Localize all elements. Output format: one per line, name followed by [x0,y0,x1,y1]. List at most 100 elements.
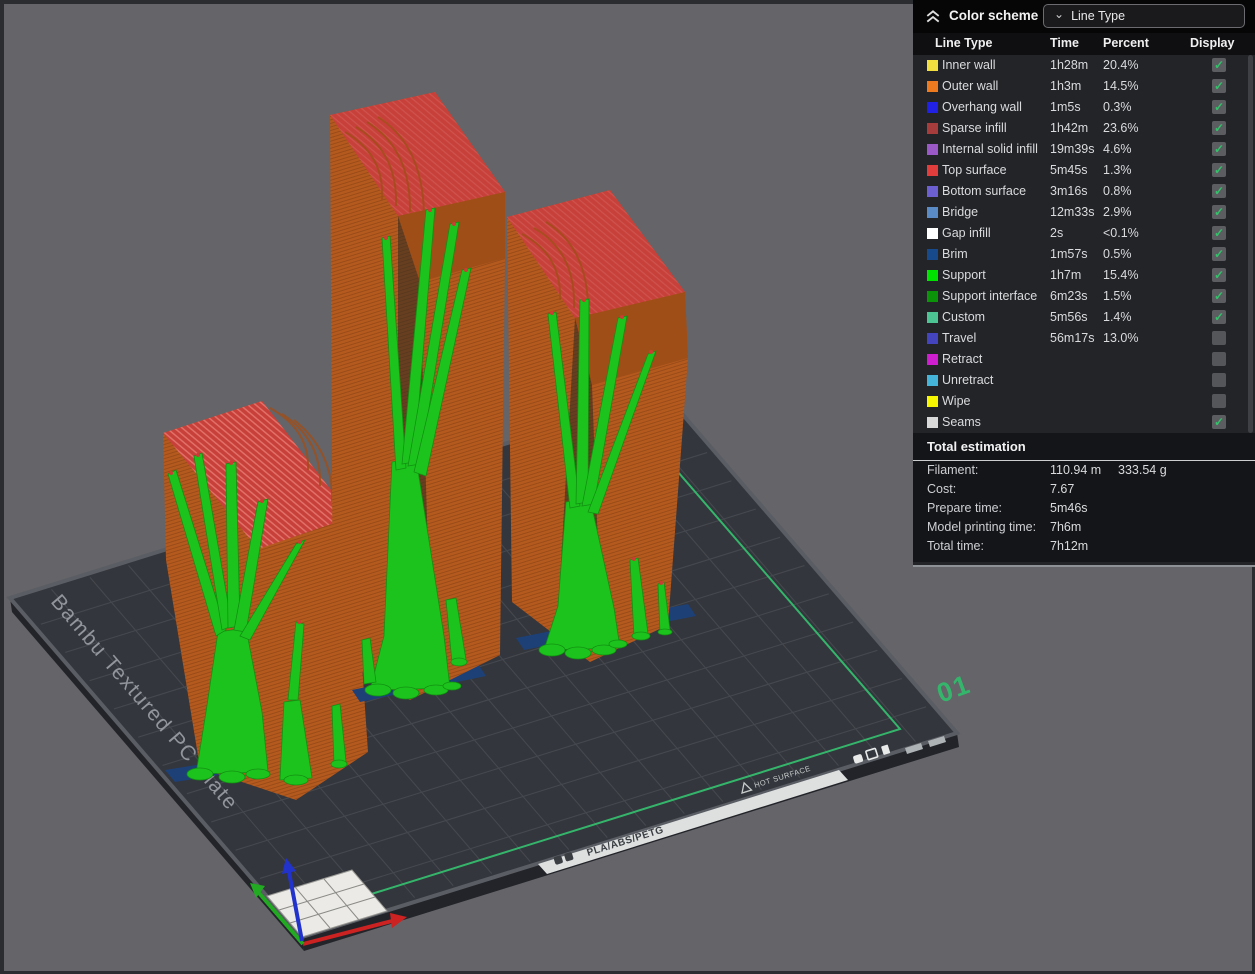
display-checkbox[interactable]: ✓ [1212,205,1226,219]
line-type-label: Overhang wall [942,97,1022,118]
line-type-time: 5m45s [1050,160,1088,181]
display-checkbox[interactable]: ✓ [1212,268,1226,282]
line-type-row[interactable]: Sparse infill 1h42m 23.6% ✓ [913,118,1255,139]
column-header-time: Time [1050,36,1079,50]
slicer-preview-window: Bambu Textured PC Plate PLA/ABS/PETG HOT… [0,0,1255,974]
line-type-label: Support interface [942,286,1037,307]
line-type-row[interactable]: Wipe [913,391,1255,412]
line-type-time: 5m56s [1050,307,1088,328]
line-type-label: Custom [942,307,985,328]
line-type-row[interactable]: Bottom surface3m16s0.8%✓ [913,181,1255,202]
estimation-value: 7h6m [1050,518,1081,537]
line-type-color-swatch [927,81,938,92]
line-type-percent: 13.0% [1103,328,1138,349]
collapse-panel-icon[interactable] [925,9,941,24]
line-type-percent: 23.6% [1103,118,1138,139]
line-type-label: Bridge [942,202,978,223]
line-type-row[interactable]: Gap infill2s<0.1%✓ [913,223,1255,244]
display-checkbox[interactable]: ✓ [1212,79,1226,93]
line-type-time: 1h42m [1050,118,1088,139]
estimation-label: Prepare time: [927,499,1002,518]
estimation-row: Model printing time: 7h6m [913,518,1255,537]
line-type-label: Support [942,265,986,286]
window-frame-left [0,0,4,974]
line-type-percent: 2.9% [1103,202,1132,223]
display-checkbox[interactable] [1212,352,1226,366]
line-type-row[interactable]: Top surface5m45s1.3%✓ [913,160,1255,181]
line-type-label: Top surface [942,160,1007,181]
display-checkbox[interactable]: ✓ [1212,142,1226,156]
estimation-row: Total time:7h12m [913,537,1255,556]
dropdown-value: Line Type [1071,9,1125,23]
line-type-color-swatch [927,102,938,113]
line-type-time: 1h7m [1050,265,1081,286]
line-type-label: Travel [942,328,976,349]
display-checkbox[interactable]: ✓ [1212,247,1226,261]
line-type-row[interactable]: Support1h7m15.4%✓ [913,265,1255,286]
estimation-label: Model printing time: [927,518,1036,537]
column-header-display: Display [1190,36,1234,50]
line-type-time: 1h3m [1050,76,1081,97]
line-type-time: 1m5s [1050,97,1081,118]
display-checkbox[interactable]: ✓ [1212,100,1226,114]
estimation-label: Total time: [927,537,984,556]
line-type-row[interactable]: Outer wall 1h3m 14.5% ✓ [913,76,1255,97]
line-type-row[interactable]: Inner wall1h28m20.4%✓ [913,55,1255,76]
line-type-time: 6m23s [1050,286,1088,307]
line-type-row[interactable]: Bridge12m33s2.9%✓ [913,202,1255,223]
line-type-row[interactable]: Travel56m17s13.0% [913,328,1255,349]
total-estimation-section: Total estimation Filament:110.94 m333.54… [913,433,1255,562]
line-type-label: Wipe [942,391,970,412]
line-type-row[interactable]: Internal solid infill19m39s4.6%✓ [913,139,1255,160]
tower-right[interactable] [507,190,696,662]
line-type-label: Outer wall [942,76,998,97]
line-type-color-swatch [927,354,938,365]
estimation-value: 7.67 [1050,480,1074,499]
panel-header: Color scheme ⌄ Line Type [913,0,1255,33]
display-checkbox[interactable] [1212,373,1226,387]
estimation-value: 110.94 m [1050,461,1101,480]
display-checkbox[interactable]: ✓ [1212,289,1226,303]
line-type-row[interactable]: Unretract [913,370,1255,391]
line-type-percent: 14.5% [1103,76,1138,97]
line-type-row[interactable]: Overhang wall1m5s0.3%✓ [913,97,1255,118]
line-type-percent: 0.5% [1103,244,1132,265]
chevron-down-icon: ⌄ [1054,9,1064,19]
panel-title: Color scheme [949,8,1038,23]
line-type-time: 1m57s [1050,244,1088,265]
line-type-percent: 1.4% [1103,307,1132,328]
line-type-row[interactable]: Custom 5m56s 1.4% ✓ [913,307,1255,328]
display-checkbox[interactable]: ✓ [1212,163,1226,177]
line-type-color-swatch [927,165,938,176]
line-type-label: Sparse infill [942,118,1007,139]
line-type-color-swatch [927,291,938,302]
display-checkbox[interactable]: ✓ [1212,415,1226,429]
line-type-percent: 1.5% [1103,286,1132,307]
line-type-time: 2s [1050,223,1063,244]
line-type-label: Retract [942,349,982,370]
estimation-row: Filament: 110.94 m 333.54 g [913,461,1255,480]
display-checkbox[interactable]: ✓ [1212,121,1226,135]
column-header-line-type: Line Type [935,36,992,50]
line-type-color-swatch [927,123,938,134]
display-checkbox[interactable]: ✓ [1212,310,1226,324]
display-checkbox[interactable]: ✓ [1212,184,1226,198]
display-checkbox[interactable] [1212,331,1226,345]
display-checkbox[interactable] [1212,394,1226,408]
color-scheme-panel: Color scheme ⌄ Line Type Line Type Time … [913,0,1255,567]
plate-number: 01 [933,669,975,709]
line-type-row[interactable]: Brim1m57s0.5%✓ [913,244,1255,265]
line-type-row[interactable]: Seams✓ [913,412,1255,433]
line-type-label: Inner wall [942,55,996,76]
color-scheme-dropdown[interactable]: ⌄ Line Type [1043,4,1245,28]
display-checkbox[interactable]: ✓ [1212,226,1226,240]
tower-middle[interactable] [330,92,505,702]
estimation-value-2: 333.54 g [1118,461,1167,480]
line-type-row[interactable]: Retract [913,349,1255,370]
line-type-color-swatch [927,186,938,197]
line-type-color-swatch [927,417,938,428]
estimation-label: Filament: [927,461,978,480]
display-checkbox[interactable]: ✓ [1212,58,1226,72]
line-type-color-swatch [927,270,938,281]
line-type-row[interactable]: Support interface 6m23s 1.5% ✓ [913,286,1255,307]
